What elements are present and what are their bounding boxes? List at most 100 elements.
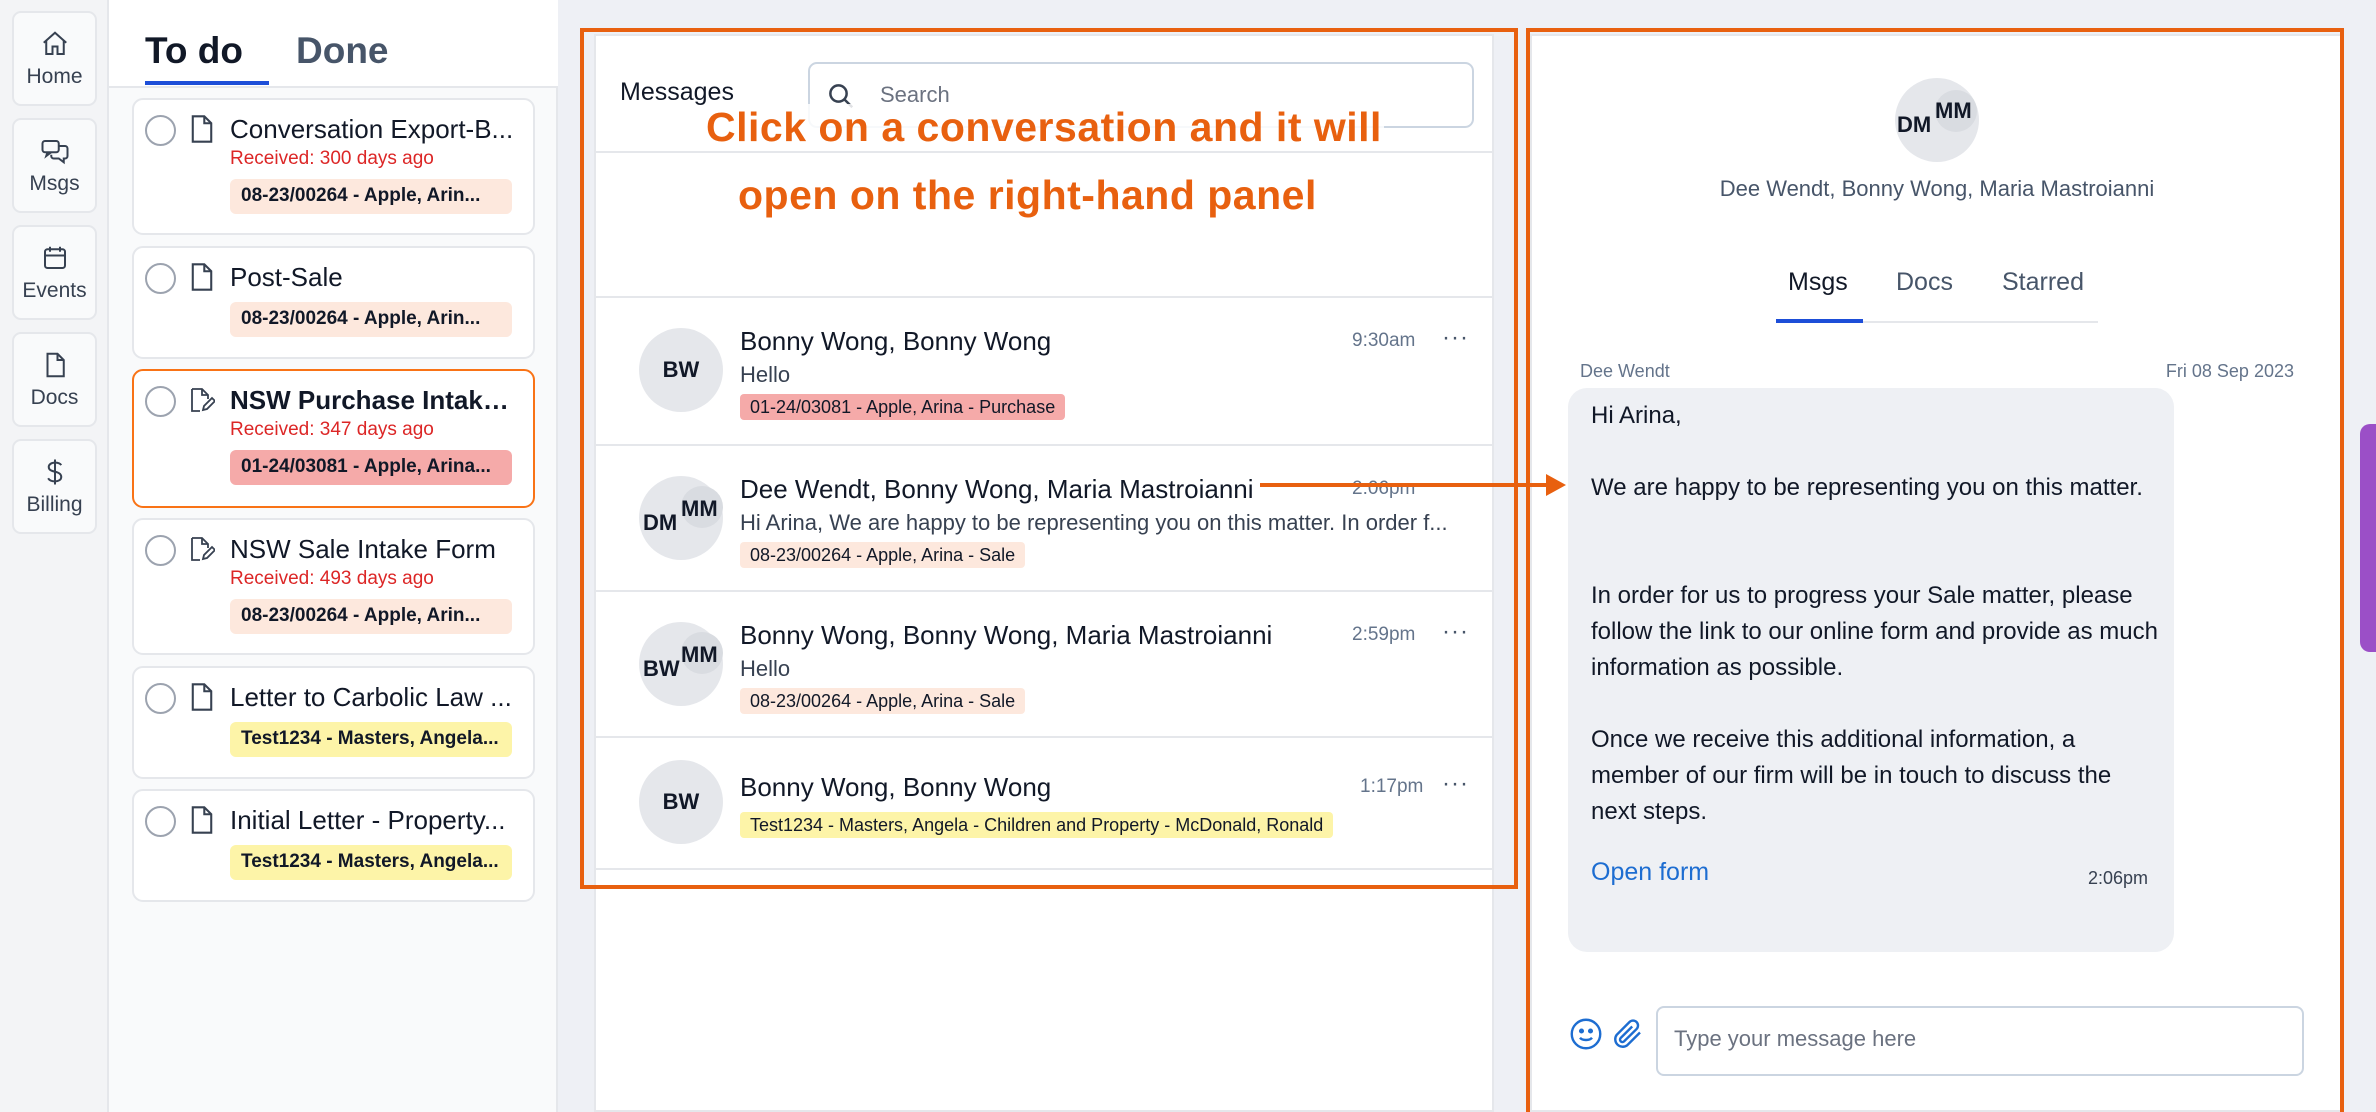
matter-tag: 08-23/00264 - Apple, Arina - Sale <box>740 542 1026 568</box>
tab-done[interactable]: Done <box>296 30 389 72</box>
more-options-icon[interactable]: ··· <box>1442 618 1469 646</box>
matter-tag: Test1234 - Masters, Angela... <box>230 845 512 880</box>
left-nav-rail: Home Msgs Events Docs Billing <box>0 0 109 1112</box>
conversation-name: Bonny Wong, Bonny Wong, Maria Mastroiann… <box>740 620 1273 650</box>
matter-tag: 08-23/00264 - Apple, Arina - Sale <box>740 688 1026 714</box>
message-composer[interactable] <box>1656 1006 2304 1076</box>
divider <box>596 868 1492 870</box>
message-time: 2:06pm <box>2088 868 2149 888</box>
matter-tag: Test1234 - Masters, Angela - Children an… <box>740 812 1334 838</box>
todo-card[interactable]: Post-Sale 08-23/00264 - Apple, Arin... <box>132 246 535 359</box>
nav-msgs-button[interactable]: Msgs <box>12 118 97 213</box>
complete-checkbox[interactable] <box>145 263 176 294</box>
message-input[interactable] <box>1674 1026 2284 1060</box>
message-date: Fri 08 Sep 2023 <box>2165 361 2294 381</box>
matter-tag: 01-24/03081 - Apple, Arina - Purchase <box>740 394 1066 420</box>
matter-tag: 08-23/00264 - Apple, Arin... <box>230 302 512 337</box>
message-paragraph: Once we receive this additional informat… <box>1591 726 2112 825</box>
todo-card-title: NSW Purchase Intake ... <box>230 385 520 415</box>
avatar: BW <box>639 760 723 844</box>
nav-billing-button[interactable]: Billing <box>12 439 97 534</box>
arrow-head-icon <box>1546 474 1566 496</box>
document-icon <box>191 806 213 834</box>
matter-tag: 01-24/03081 - Apple, Arina... <box>230 450 512 485</box>
nav-docs-label: Docs <box>30 385 79 409</box>
todo-card[interactable]: Conversation Export-B... Received: 300 d… <box>132 98 535 235</box>
document-icon <box>191 115 213 143</box>
complete-checkbox[interactable] <box>145 386 176 417</box>
complete-checkbox[interactable] <box>145 806 176 837</box>
group-avatar: BW MM <box>639 622 723 706</box>
avatar: BW <box>639 328 723 412</box>
todo-card-title: Post-Sale <box>230 262 343 292</box>
chat-icon <box>41 139 68 164</box>
tab-starred[interactable]: Starred <box>2002 268 2084 297</box>
complete-checkbox[interactable] <box>145 535 176 566</box>
group-avatar: DM MM <box>639 476 723 560</box>
side-feedback-tab[interactable] <box>2360 424 2376 652</box>
nav-home-label: Home <box>26 64 83 88</box>
todo-card-title: Letter to Carbolic Law ... <box>230 682 512 712</box>
conversation-name: Bonny Wong, Bonny Wong <box>740 326 1052 356</box>
message-sender: Dee Wendt <box>1580 361 1670 381</box>
messages-title: Messages <box>620 78 734 106</box>
document-icon <box>191 263 213 291</box>
nav-home-button[interactable]: Home <box>12 11 97 106</box>
message-bubble: Hi Arina, We are happy to be representin… <box>1568 388 2174 952</box>
message-paragraph: In order for us to progress your Sale ma… <box>1591 582 2158 681</box>
edit-document-icon <box>191 388 215 412</box>
todo-card[interactable]: NSW Sale Intake Form Received: 493 days … <box>132 518 535 655</box>
nav-docs-button[interactable]: Docs <box>12 332 97 427</box>
group-avatar: DM MM <box>1895 78 1979 162</box>
todo-card[interactable]: Initial Letter - Property... Test1234 - … <box>132 789 535 902</box>
annotation-arrow <box>1260 483 1548 487</box>
nav-msgs-label: Msgs <box>29 171 80 195</box>
calendar-icon <box>43 246 66 269</box>
open-form-link[interactable]: Open form <box>1591 858 1709 887</box>
participants: Dee Wendt, Bonny Wong, Maria Mastroianni <box>1719 176 2155 201</box>
complete-checkbox[interactable] <box>145 683 176 714</box>
tab-todo[interactable]: To do <box>145 30 243 72</box>
more-options-icon[interactable]: ··· <box>1442 770 1469 798</box>
more-options-icon[interactable]: ··· <box>1442 324 1469 352</box>
tab-msgs[interactable]: Msgs <box>1788 268 1848 297</box>
matter-tag: 08-23/00264 - Apple, Arin... <box>230 179 512 214</box>
paperclip-icon[interactable] <box>1610 1016 1646 1052</box>
conversation-detail-panel: DM MM Dee Wendt, Bonny Wong, Maria Mastr… <box>1530 34 2344 1112</box>
conversation-item[interactable]: BW Bonny Wong, Bonny Wong 9:30am ··· Hel… <box>596 298 1492 444</box>
conversation-item[interactable]: BW MM Bonny Wong, Bonny Wong, Maria Mast… <box>596 592 1492 736</box>
tab-docs[interactable]: Docs <box>1896 268 1953 297</box>
received-text: Received: 347 days ago <box>230 419 434 440</box>
conversation-time: 9:30am <box>1352 330 1416 351</box>
document-icon <box>191 683 213 711</box>
annotation-text-line2: open on the right-hand panel <box>738 172 1317 218</box>
dollar-icon <box>46 459 62 484</box>
annotation-text-line1: Click on a conversation and it will <box>704 104 1384 151</box>
conversation-time: 2:59pm <box>1352 624 1416 645</box>
conversation-item[interactable]: BW Bonny Wong, Bonny Wong 1:17pm ··· Tes… <box>596 738 1492 868</box>
conversation-item[interactable]: DM MM Dee Wendt, Bonny Wong, Maria Mastr… <box>596 446 1492 590</box>
emoji-icon[interactable] <box>1568 1016 1604 1052</box>
conversation-name: Dee Wendt, Bonny Wong, Maria Mastroianni <box>740 474 1254 504</box>
message-greeting: Hi Arina, <box>1591 402 1682 429</box>
nav-events-button[interactable]: Events <box>12 225 97 320</box>
received-text: Received: 300 days ago <box>230 148 434 169</box>
todo-tabs: To do Done <box>109 0 558 88</box>
home-icon <box>42 30 67 55</box>
active-tab-indicator <box>1776 319 1863 323</box>
complete-checkbox[interactable] <box>145 115 176 146</box>
edit-document-icon <box>191 537 215 561</box>
conversation-time: 2:06pm <box>1352 478 1416 499</box>
nav-events-label: Events <box>22 278 87 302</box>
nav-billing-label: Billing <box>26 492 83 516</box>
conversation-preview: Hi Arina, We are happy to be representin… <box>740 510 1448 535</box>
conversation-time: 1:17pm <box>1360 776 1424 797</box>
todo-card-title: NSW Sale Intake Form <box>230 534 496 564</box>
todo-card[interactable]: Letter to Carbolic Law ... Test1234 - Ma… <box>132 666 535 779</box>
received-text: Received: 493 days ago <box>230 568 434 589</box>
todo-card-title: Initial Letter - Property... <box>230 805 506 835</box>
conversation-preview: Hello <box>740 362 791 387</box>
divider <box>596 151 1492 153</box>
todo-card-selected[interactable]: NSW Purchase Intake ... Received: 347 da… <box>132 369 535 508</box>
conversation-name: Bonny Wong, Bonny Wong <box>740 772 1052 802</box>
